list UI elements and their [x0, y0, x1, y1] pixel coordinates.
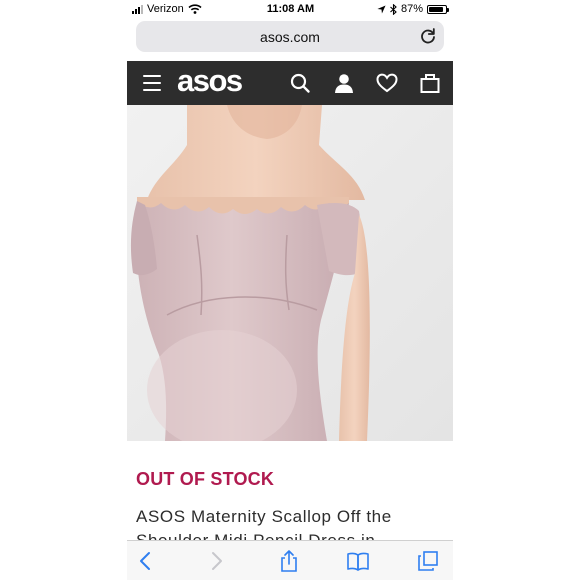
shopping-bag-icon[interactable] [419, 72, 441, 94]
url-text: asos.com [260, 28, 320, 45]
reload-icon[interactable] [418, 26, 438, 46]
wishlist-heart-icon[interactable] [376, 72, 398, 94]
asos-logo[interactable]: asos [177, 63, 243, 99]
forward-icon[interactable] [205, 550, 227, 572]
search-icon[interactable] [289, 72, 311, 94]
stock-status: OUT OF STOCK [136, 469, 275, 489]
account-icon[interactable] [333, 72, 355, 94]
product-photo[interactable] [127, 105, 453, 441]
address-bar[interactable]: asos.com [136, 21, 444, 52]
status-right-group: 87% [377, 3, 449, 15]
status-bar: Verizon 11:08 AM 87% [128, 0, 453, 18]
location-arrow-icon [377, 4, 386, 14]
browser-toolbar [127, 540, 453, 580]
battery-icon [427, 4, 449, 14]
back-icon[interactable] [135, 550, 157, 572]
tabs-icon[interactable] [417, 550, 439, 572]
product-photo-illustration [127, 105, 453, 441]
site-header: asos [127, 61, 453, 105]
share-icon[interactable] [278, 550, 300, 572]
bookmarks-icon[interactable] [347, 550, 369, 572]
hamburger-menu-icon[interactable] [143, 75, 161, 91]
bluetooth-icon [390, 3, 397, 15]
battery-percent: 87% [400, 3, 423, 15]
battery-level [429, 6, 443, 12]
